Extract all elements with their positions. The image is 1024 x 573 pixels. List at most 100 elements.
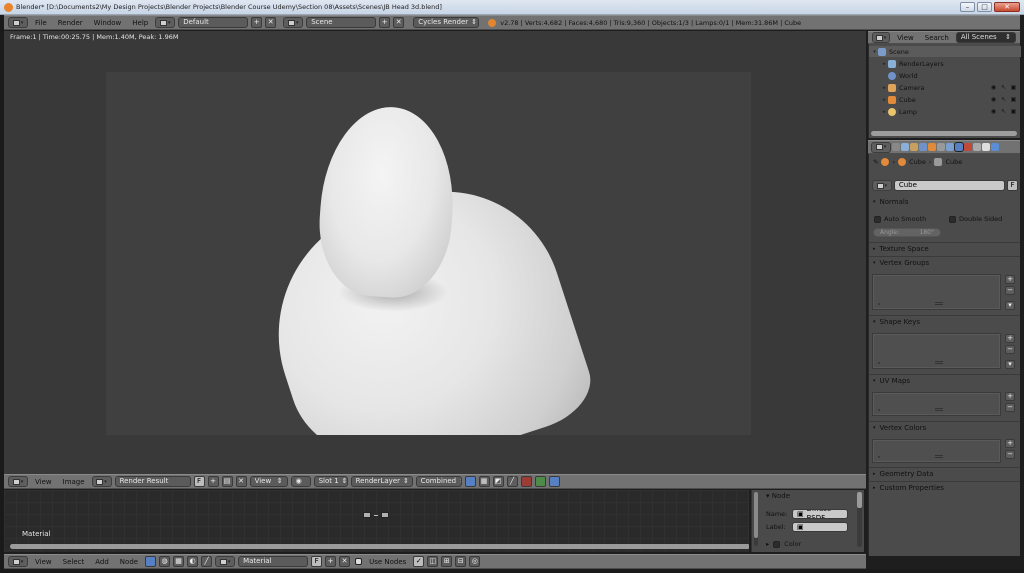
new-image-button[interactable]: +	[207, 476, 219, 487]
paste-nodes-icon[interactable]: ⊟	[455, 556, 467, 567]
render-camera-icon[interactable]: ▣	[1010, 108, 1017, 115]
double-sided-checkbox[interactable]	[949, 215, 956, 223]
render-camera-icon[interactable]: ▣	[1010, 84, 1017, 91]
expand-icon[interactable]: ▸	[881, 61, 888, 67]
outliner-display-select[interactable]: All Scenes ⇕	[955, 32, 1016, 43]
use-nodes-checkbox[interactable]	[355, 558, 363, 565]
outliner-menu-view[interactable]: View	[893, 34, 918, 42]
tab-object[interactable]	[928, 143, 936, 151]
node-color-checkbox[interactable]	[773, 540, 781, 548]
slot-select[interactable]: Slot 1 ⇕	[313, 476, 348, 487]
pivot-select[interactable]: ◉	[290, 476, 311, 487]
render-engine-select[interactable]: Cycles Render ⇕	[413, 17, 480, 28]
add-shape-key-button[interactable]: +	[1005, 334, 1015, 343]
copy-nodes-icon[interactable]: ⊞	[441, 556, 453, 567]
shader-nodes-icon[interactable]	[145, 556, 157, 567]
image-browse-icon[interactable]: ▾	[91, 476, 112, 487]
render-preview-icon[interactable]: ◎	[469, 556, 481, 567]
panel-shape-keys[interactable]: ▾ Shape Keys	[873, 318, 920, 326]
vertex-group-specials-button[interactable]: ▾	[1005, 301, 1015, 310]
node-menu-add[interactable]: Add	[91, 558, 113, 566]
brush-icon[interactable]: ╱	[201, 556, 213, 567]
tab-physics[interactable]	[991, 143, 999, 151]
material-browse-icon[interactable]: ▾	[215, 556, 236, 567]
node-panel-right-scrollbar[interactable]	[857, 492, 862, 547]
add-uv-map-button[interactable]: +	[1005, 392, 1015, 401]
node-panel-scrollbar[interactable]	[754, 492, 758, 546]
add-scene-button[interactable]: +	[379, 17, 391, 28]
node-label-field[interactable]: ▣	[792, 522, 848, 532]
tab-constraints[interactable]	[937, 143, 945, 151]
mesh-fake-user-button[interactable]: F	[1007, 180, 1018, 191]
close-button[interactable]: ✕	[994, 2, 1020, 12]
render-pass-select[interactable]: Combined⇕	[415, 476, 462, 487]
tab-particles[interactable]	[982, 143, 990, 151]
menu-image[interactable]: Image	[59, 478, 89, 486]
menu-view[interactable]: View	[31, 478, 56, 486]
tab-render-layers[interactable]	[901, 143, 909, 151]
vertex-groups-list[interactable]	[872, 274, 1001, 310]
draw-color-icon[interactable]	[464, 476, 476, 487]
expand-icon[interactable]: ▸	[881, 85, 888, 91]
properties-type-button[interactable]: ▾	[871, 141, 891, 153]
fake-user-button[interactable]: F	[193, 476, 205, 487]
layout-icon[interactable]: ▾	[155, 17, 176, 28]
menu-window[interactable]: Window	[90, 19, 126, 27]
expand-icon[interactable]: ▸	[881, 109, 888, 115]
vertex-colors-list[interactable]	[872, 439, 1001, 463]
node-color-row[interactable]: ▸ Color	[766, 540, 801, 548]
material-name-field[interactable]: Material	[238, 556, 309, 567]
menu-file[interactable]: File	[31, 19, 51, 27]
outliner-item-scene[interactable]: ▾ Scene	[869, 46, 1021, 57]
remove-vertex-color-button[interactable]: −	[1005, 450, 1015, 459]
outliner-item-cube[interactable]: ▸ Cube ◉ ↖ ▣	[869, 94, 1021, 105]
remove-scene-button[interactable]: ✕	[393, 17, 405, 28]
shape-keys-list[interactable]	[872, 333, 1001, 369]
remove-layout-button[interactable]: ✕	[265, 17, 277, 28]
outliner-item-world[interactable]: World	[869, 70, 1021, 81]
auto-smooth-checkbox-row[interactable]: Auto Smooth	[874, 215, 926, 223]
minimize-button[interactable]: –	[960, 2, 975, 12]
menu-render[interactable]: Render	[54, 19, 87, 27]
tab-data[interactable]	[954, 142, 964, 152]
scene-icon[interactable]: ▾	[283, 17, 304, 28]
node-editor-type-button[interactable]: ▾	[8, 556, 28, 567]
node-name-field[interactable]: ▣ Diffuse BSDF	[792, 509, 848, 519]
panel-vertex-groups[interactable]: ▾ Vertex Groups	[873, 259, 929, 267]
editor-type-button[interactable]: ▾	[8, 17, 28, 28]
image-editor-viewport[interactable]: Frame:1 | Time:00:25.75 | Mem:1.40M, Pea…	[4, 31, 866, 474]
channel-blue-icon[interactable]	[548, 476, 560, 487]
remove-vertex-group-button[interactable]: −	[1005, 286, 1015, 295]
outliner-item-renderlayers[interactable]: ▸ RenderLayers	[869, 58, 1021, 69]
open-image-button[interactable]: ▤	[221, 476, 233, 487]
node-editor-canvas[interactable]: Material	[4, 490, 749, 552]
render-camera-icon[interactable]: ▣	[1010, 96, 1017, 103]
channel-green-icon[interactable]	[534, 476, 546, 487]
select-arrow-icon[interactable]: ↖	[1000, 96, 1007, 103]
add-vertex-color-button[interactable]: +	[1005, 439, 1015, 448]
add-layout-button[interactable]: +	[251, 17, 263, 28]
visibility-eye-icon[interactable]: ◉	[990, 84, 997, 91]
tab-scene[interactable]	[910, 143, 918, 151]
mesh-name-field[interactable]: Cube	[893, 180, 1006, 191]
outliner-scrollbar[interactable]	[871, 131, 1017, 136]
uv-maps-list[interactable]	[872, 392, 1001, 416]
view-mode-select[interactable]: View ⇕	[249, 476, 288, 487]
remove-shape-key-button[interactable]: −	[1005, 345, 1015, 354]
expand-icon[interactable]: ▸	[881, 97, 888, 103]
select-arrow-icon[interactable]: ↖	[1000, 84, 1007, 91]
mesh-browse-icon[interactable]: ▾	[872, 180, 892, 191]
draw-z-icon[interactable]: ◩	[492, 476, 504, 487]
outliner-menu-search[interactable]: Search	[921, 34, 953, 42]
snap-icon[interactable]: ◫	[427, 556, 439, 567]
panel-uv-maps[interactable]: ▾ UV Maps	[873, 377, 910, 385]
outliner-type-button[interactable]: ▾	[872, 32, 891, 43]
node-menu-view[interactable]: View	[31, 558, 56, 566]
visibility-eye-icon[interactable]: ◉	[990, 96, 997, 103]
outliner-item-camera[interactable]: ▸ Camera ◉ ↖ ▣	[869, 82, 1021, 93]
panel-normals[interactable]: ▾ Normals	[873, 198, 909, 206]
node-panel-header[interactable]: ▾ Node	[766, 492, 790, 500]
panel-texture-space[interactable]: ▸ Texture Space	[873, 245, 929, 253]
maximize-button[interactable]: □	[977, 2, 992, 12]
node-menu-node[interactable]: Node	[116, 558, 142, 566]
